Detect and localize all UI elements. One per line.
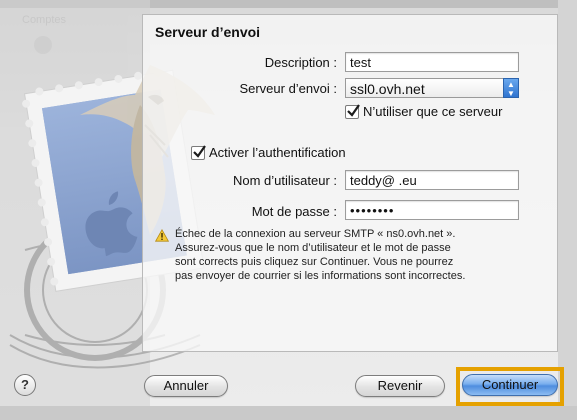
chevron-up-down-icon: ▲ ▼	[503, 78, 519, 98]
help-button[interactable]: ?	[14, 374, 36, 396]
window-right-edge	[558, 0, 577, 420]
outgoing-server-panel: Serveur d’envoi Description : test Serve…	[142, 14, 558, 352]
error-line: pas envoyer de courrier si les informati…	[175, 270, 466, 282]
cancel-button[interactable]: Annuler	[144, 375, 228, 397]
password-label: Mot de passe :	[251, 204, 337, 219]
error-line: sont corrects puis cliquez sur Continuer…	[175, 256, 454, 268]
window-bottom-edge	[0, 406, 577, 420]
checkmark-icon	[347, 104, 360, 117]
password-field[interactable]: ••••••••	[345, 200, 519, 220]
enable-auth-label: Activer l’authentification	[209, 145, 346, 160]
error-line: Échec de la connexion au serveur SMTP « …	[175, 228, 456, 240]
description-field[interactable]: test	[345, 52, 519, 72]
only-this-server-checkbox[interactable]	[345, 104, 360, 119]
error-line: Assurez-vous que le nom d’utilisateur et…	[175, 242, 451, 254]
checkmark-icon	[193, 145, 206, 158]
description-label: Description :	[264, 55, 337, 70]
outgoing-server-value: ssl0.ovh.net	[350, 81, 425, 97]
connection-error-message: Échec de la connexion au serveur SMTP « …	[175, 227, 545, 283]
panel-title: Serveur d’envoi	[155, 24, 261, 40]
continue-button[interactable]: Continuer	[462, 374, 558, 396]
username-field[interactable]: teddy@ .eu	[345, 170, 519, 190]
username-label: Nom d’utilisateur :	[232, 173, 337, 188]
sidebar-label: Comptes	[22, 14, 67, 26]
outgoing-server-select[interactable]: ssl0.ovh.net ▲ ▼	[345, 78, 519, 98]
warning-icon	[155, 229, 169, 242]
enable-auth-checkbox[interactable]	[191, 145, 206, 160]
back-button[interactable]: Revenir	[355, 375, 445, 397]
outgoing-server-label: Serveur d’envoi :	[239, 81, 337, 96]
only-this-server-label: N’utiliser que ce serveur	[363, 104, 503, 119]
